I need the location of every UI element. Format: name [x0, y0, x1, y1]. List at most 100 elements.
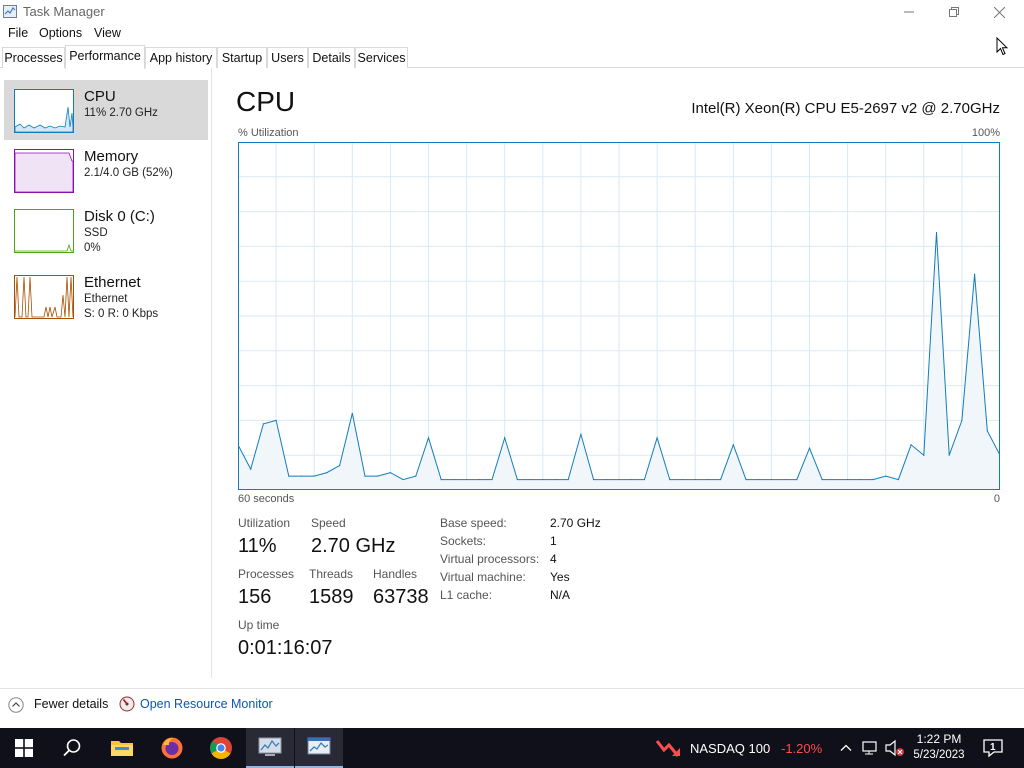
- processes-value: 156: [238, 586, 272, 608]
- sidebar-item-sub2: S: 0 R: 0 Kbps: [84, 308, 159, 320]
- footer-bar: Fewer details Open Resource Monitor: [0, 688, 1024, 720]
- tab-processes[interactable]: Processes: [2, 47, 65, 68]
- menu-view[interactable]: View: [94, 26, 121, 40]
- processes-label: Processes: [238, 567, 295, 581]
- title-bar: Task Manager: [0, 0, 1024, 24]
- menu-file[interactable]: File: [8, 26, 28, 40]
- minimize-icon: [904, 11, 914, 13]
- utilization-point: [326, 472, 328, 474]
- sidebar-item-title: Disk 0 (C:): [84, 208, 155, 225]
- close-button[interactable]: [976, 0, 1022, 24]
- utilization-label: Utilization: [238, 516, 291, 530]
- chrome-button[interactable]: [197, 728, 245, 768]
- speed-label: Speed: [311, 516, 346, 530]
- chevron-up-icon[interactable]: [839, 741, 853, 755]
- utilization-point: [745, 478, 747, 481]
- firefox-button[interactable]: [148, 728, 196, 768]
- threads-value: 1589: [309, 586, 354, 608]
- tab-details[interactable]: Details: [308, 47, 355, 68]
- graph-x-min-label: 0: [993, 493, 1000, 505]
- utilization-point: [796, 478, 798, 481]
- clock-date[interactable]: 5/23/2023: [900, 749, 978, 761]
- utilization-point: [313, 475, 315, 477]
- fewer-details-label[interactable]: Fewer details: [34, 697, 108, 711]
- resource-monitor-app-icon: [258, 737, 282, 756]
- tab-services[interactable]: Services: [355, 47, 408, 68]
- restore-button[interactable]: [931, 0, 977, 24]
- sidebar-item-sub: SSD: [84, 227, 108, 239]
- utilization-point: [821, 478, 823, 481]
- window-title: Task Manager: [23, 4, 105, 19]
- base-speed-value: 2.70 GHz: [550, 516, 601, 530]
- sidebar-item-disk[interactable]: Disk 0 (C:) SSD 0%: [4, 204, 208, 264]
- graph-y-label: % Utilization: [238, 127, 299, 139]
- open-resource-monitor-link[interactable]: Open Resource Monitor: [140, 697, 273, 711]
- sidebar-item-title: CPU: [84, 88, 116, 105]
- page-title: CPU: [236, 86, 296, 117]
- utilization-point: [415, 475, 417, 477]
- sockets-key: Sockets:: [440, 534, 487, 548]
- tab-users[interactable]: Users: [267, 47, 308, 68]
- l1-cache-value: N/A: [550, 588, 571, 602]
- tab-app-history[interactable]: App history: [145, 47, 217, 68]
- utilization-point: [923, 454, 925, 456]
- utilization-point: [389, 472, 391, 474]
- utilization-point: [732, 444, 734, 446]
- virtual-machine-key: Virtual machine:: [440, 570, 526, 584]
- menu-options[interactable]: Options: [39, 26, 82, 40]
- sidebar-item-cpu[interactable]: CPU 11% 2.70 GHz: [4, 80, 208, 140]
- utilization-point: [593, 478, 595, 481]
- network-icon[interactable]: [862, 740, 880, 756]
- search-icon: [63, 739, 81, 757]
- utilization-point: [707, 478, 709, 481]
- tab-performance[interactable]: Performance: [65, 45, 145, 69]
- virtual-processors-key: Virtual processors:: [440, 552, 540, 566]
- utilization-point: [720, 478, 722, 481]
- graph-y-max-label: 100%: [971, 127, 1000, 139]
- virtual-machine-value: Yes: [550, 570, 570, 584]
- speed-value: 2.70 GHz: [311, 535, 396, 557]
- nasdaq-label[interactable]: NASDAQ 100: [690, 741, 770, 756]
- clock-time[interactable]: 1:22 PM: [900, 732, 978, 746]
- utilization-point: [351, 412, 353, 415]
- utilization-point: [961, 419, 963, 421]
- utilization-point: [339, 465, 341, 467]
- handles-value: 63738: [373, 586, 429, 608]
- utilization-point: [859, 478, 861, 481]
- tab-bar: Processes Performance App history Startu…: [0, 45, 1024, 69]
- notification-center-button[interactable]: 1: [980, 736, 1010, 760]
- utilization-point: [580, 433, 582, 435]
- uptime-label: Up time: [238, 618, 280, 632]
- utilization-point: [847, 478, 849, 481]
- search-button[interactable]: [48, 728, 96, 768]
- cpu-utilization-graph: [238, 142, 1000, 490]
- utilization-point: [656, 437, 658, 439]
- sidebar-item-sub: 11% 2.70 GHz: [84, 107, 158, 119]
- utilization-point: [808, 447, 811, 449]
- taskbar-app-1[interactable]: [246, 728, 294, 768]
- utilization-point: [872, 478, 874, 481]
- sidebar-item-memory[interactable]: Memory 2.1/4.0 GB (52%): [4, 144, 208, 200]
- sidebar-item-sub: 2.1/4.0 GB (52%): [84, 167, 173, 179]
- tab-startup[interactable]: Startup: [217, 47, 267, 68]
- nasdaq-change[interactable]: -1.20%: [781, 741, 822, 756]
- sidebar-item-sub: Ethernet: [84, 293, 128, 305]
- utilization-point: [770, 478, 773, 481]
- folder-icon: [111, 741, 133, 756]
- utilization-point: [948, 454, 950, 456]
- utilization-point: [681, 478, 684, 481]
- taskbar: NASDAQ 100 -1.20% 1:22 PM 5/23/2023 1: [0, 728, 1024, 768]
- sidebar-item-ethernet[interactable]: Ethernet Ethernet S: 0 R: 0 Kbps: [4, 270, 208, 330]
- utilization-point: [986, 430, 988, 432]
- minimize-button[interactable]: [886, 0, 932, 24]
- utilization-point: [834, 478, 836, 481]
- utilization-point: [567, 478, 569, 481]
- utilization-point: [529, 478, 531, 481]
- task-manager-icon: [3, 5, 17, 18]
- utilization-point: [377, 475, 379, 477]
- start-button[interactable]: [0, 728, 48, 768]
- task-manager-taskbar-button[interactable]: [295, 728, 343, 768]
- utilization-value: 11%: [238, 535, 277, 557]
- file-explorer-button[interactable]: [98, 728, 146, 768]
- cpu-mini-graph: [14, 89, 74, 133]
